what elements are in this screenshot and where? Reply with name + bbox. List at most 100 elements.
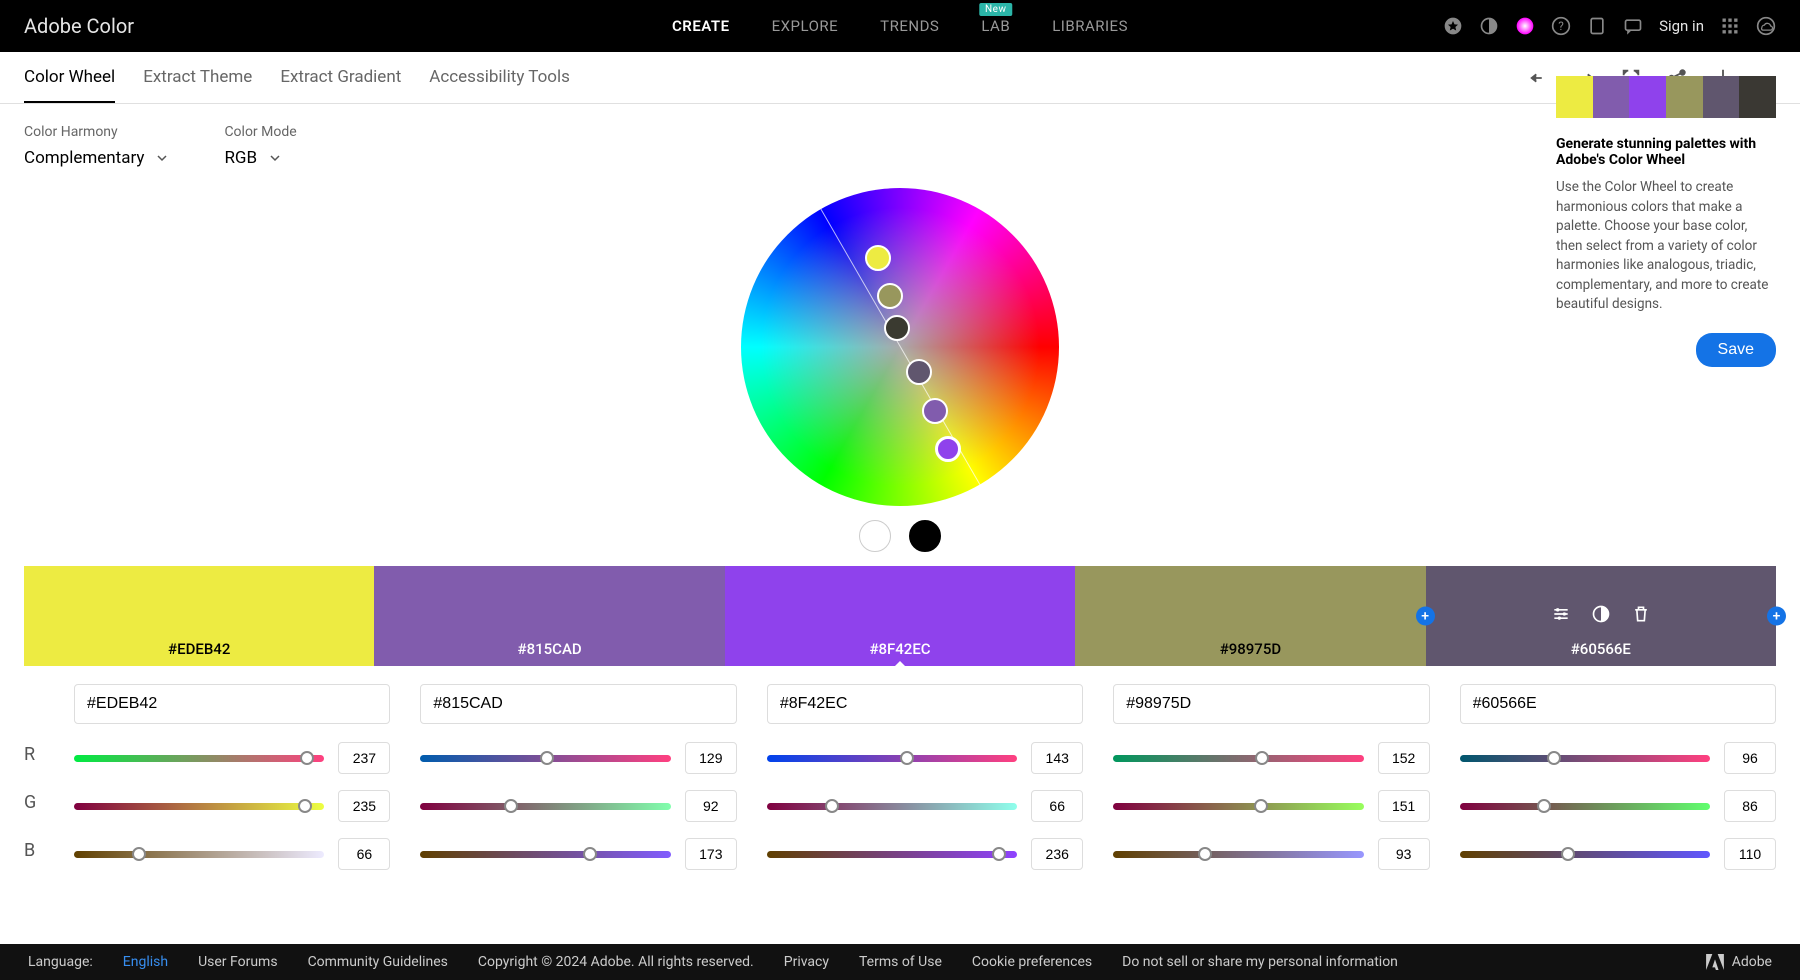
creative-cloud-icon[interactable] — [1756, 16, 1776, 36]
wheel-handle-3[interactable] — [935, 436, 961, 462]
b-slider-5[interactable] — [1460, 851, 1710, 858]
hex-input-1[interactable] — [74, 684, 390, 724]
footer-lang-label: Language: — [28, 954, 93, 970]
g-value-5[interactable] — [1724, 790, 1776, 822]
tab-accessibility[interactable]: Accessibility Tools — [429, 53, 570, 103]
adobe-logo-icon — [1706, 954, 1724, 970]
bg-black[interactable] — [909, 520, 941, 552]
r-value-1[interactable] — [338, 742, 390, 774]
r-value-5[interactable] — [1724, 742, 1776, 774]
g-slider-1[interactable] — [74, 803, 324, 810]
swatch-row: #EDEB42#815CAD#8F42EC#98975D#60566E++ — [0, 566, 1800, 666]
inputs-grid: R G B — [0, 666, 1800, 906]
g-value-4[interactable] — [1378, 790, 1430, 822]
adjust-icon[interactable] — [1551, 604, 1571, 624]
theme-toggle-icon[interactable] — [1479, 16, 1499, 36]
footer-privacy[interactable]: Privacy — [784, 954, 829, 970]
bg-white[interactable] — [859, 520, 891, 552]
g-slider-4[interactable] — [1113, 803, 1363, 810]
g-slider-5[interactable] — [1460, 803, 1710, 810]
r-slider-3[interactable] — [767, 755, 1017, 762]
mini-swatch — [1666, 76, 1703, 118]
footer-forums[interactable]: User Forums — [198, 954, 278, 970]
r-value-4[interactable] — [1378, 742, 1430, 774]
mini-swatch — [1593, 76, 1630, 118]
chevron-down-icon — [269, 152, 281, 164]
b-slider-3[interactable] — [767, 851, 1017, 858]
g-slider-2[interactable] — [420, 803, 670, 810]
add-swatch-left[interactable]: + — [1416, 607, 1435, 626]
footer-terms[interactable]: Terms of Use — [859, 954, 942, 970]
b-value-3[interactable] — [1031, 838, 1083, 870]
wheel-handle-2[interactable] — [922, 398, 948, 424]
b-slider-4[interactable] — [1113, 851, 1363, 858]
apps-grid-icon[interactable] — [1720, 16, 1740, 36]
b-value-1[interactable] — [338, 838, 390, 870]
b-value-4[interactable] — [1378, 838, 1430, 870]
r-slider-2[interactable] — [420, 755, 670, 762]
undo-icon[interactable] — [1528, 67, 1550, 89]
notification-icon[interactable] — [1587, 16, 1607, 36]
sidebar-title: Generate stunning palettes with Adobe's … — [1556, 136, 1776, 168]
hex-input-4[interactable] — [1113, 684, 1429, 724]
mini-swatch — [1739, 76, 1776, 118]
sidebar: Generate stunning palettes with Adobe's … — [1556, 76, 1776, 367]
r-value-3[interactable] — [1031, 742, 1083, 774]
chat-icon[interactable] — [1623, 16, 1643, 36]
nav-create[interactable]: CREATE — [672, 17, 730, 35]
harmony-select[interactable]: Complementary — [24, 148, 168, 168]
header-right: ? Sign in — [1443, 16, 1776, 36]
r-slider-4[interactable] — [1113, 755, 1363, 762]
harmony-control: Color Harmony Complementary — [24, 124, 168, 168]
trash-icon[interactable] — [1631, 604, 1651, 624]
wheel-handle-center[interactable] — [884, 315, 910, 341]
harmony-label: Color Harmony — [24, 124, 168, 140]
swatch-3[interactable]: #8F42EC — [725, 566, 1075, 666]
mode-select[interactable]: RGB — [224, 148, 296, 168]
tool-tabs: Color Wheel Extract Theme Extract Gradie… — [24, 53, 570, 103]
footer-guidelines[interactable]: Community Guidelines — [308, 954, 448, 970]
swatch-2[interactable]: #815CAD — [374, 566, 724, 666]
b-value-2[interactable] — [685, 838, 737, 870]
hex-input-3[interactable] — [767, 684, 1083, 724]
contrast-icon[interactable] — [1591, 604, 1611, 624]
g-value-3[interactable] — [1031, 790, 1083, 822]
nav-libraries[interactable]: LIBRARIES — [1052, 17, 1128, 35]
hex-input-2[interactable] — [420, 684, 736, 724]
b-slider-1[interactable] — [74, 851, 324, 858]
nav-lab[interactable]: New LAB — [981, 17, 1010, 35]
signin-link[interactable]: Sign in — [1659, 17, 1704, 35]
tab-extract-theme[interactable]: Extract Theme — [143, 53, 252, 103]
wheel-handle-4[interactable] — [877, 283, 903, 309]
swatch-1[interactable]: #EDEB42 — [24, 566, 374, 666]
nav-explore[interactable]: EXPLORE — [772, 17, 839, 35]
color-wheel-icon[interactable] — [1515, 16, 1535, 36]
save-button[interactable]: Save — [1696, 333, 1776, 367]
star-icon[interactable] — [1443, 16, 1463, 36]
footer-dns[interactable]: Do not sell or share my personal informa… — [1122, 954, 1398, 970]
wheel-handle-5[interactable] — [906, 359, 932, 385]
r-value-2[interactable] — [685, 742, 737, 774]
r-slider-1[interactable] — [74, 755, 324, 762]
g-slider-3[interactable] — [767, 803, 1017, 810]
footer-lang-value[interactable]: English — [123, 954, 168, 970]
tab-extract-gradient[interactable]: Extract Gradient — [280, 53, 401, 103]
wheel-handle-1[interactable] — [865, 245, 891, 271]
add-swatch-right[interactable]: + — [1767, 607, 1786, 626]
brand-logo: Adobe Color — [24, 14, 134, 38]
g-value-2[interactable] — [685, 790, 737, 822]
color-wheel[interactable] — [741, 188, 1059, 506]
b-slider-2[interactable] — [420, 851, 670, 858]
swatch-5[interactable]: #60566E++ — [1426, 566, 1776, 666]
tab-color-wheel[interactable]: Color Wheel — [24, 53, 115, 103]
b-value-5[interactable] — [1724, 838, 1776, 870]
help-icon[interactable]: ? — [1551, 16, 1571, 36]
swatch-4[interactable]: #98975D — [1075, 566, 1425, 666]
hex-input-5[interactable] — [1460, 684, 1776, 724]
nav-trends[interactable]: TRENDS — [880, 17, 939, 35]
r-slider-5[interactable] — [1460, 755, 1710, 762]
g-value-1[interactable] — [338, 790, 390, 822]
controls-bar: Color Harmony Complementary Color Mode R… — [0, 104, 1800, 168]
channel-labels: R G B — [24, 744, 44, 888]
footer-cookie[interactable]: Cookie preferences — [972, 954, 1092, 970]
